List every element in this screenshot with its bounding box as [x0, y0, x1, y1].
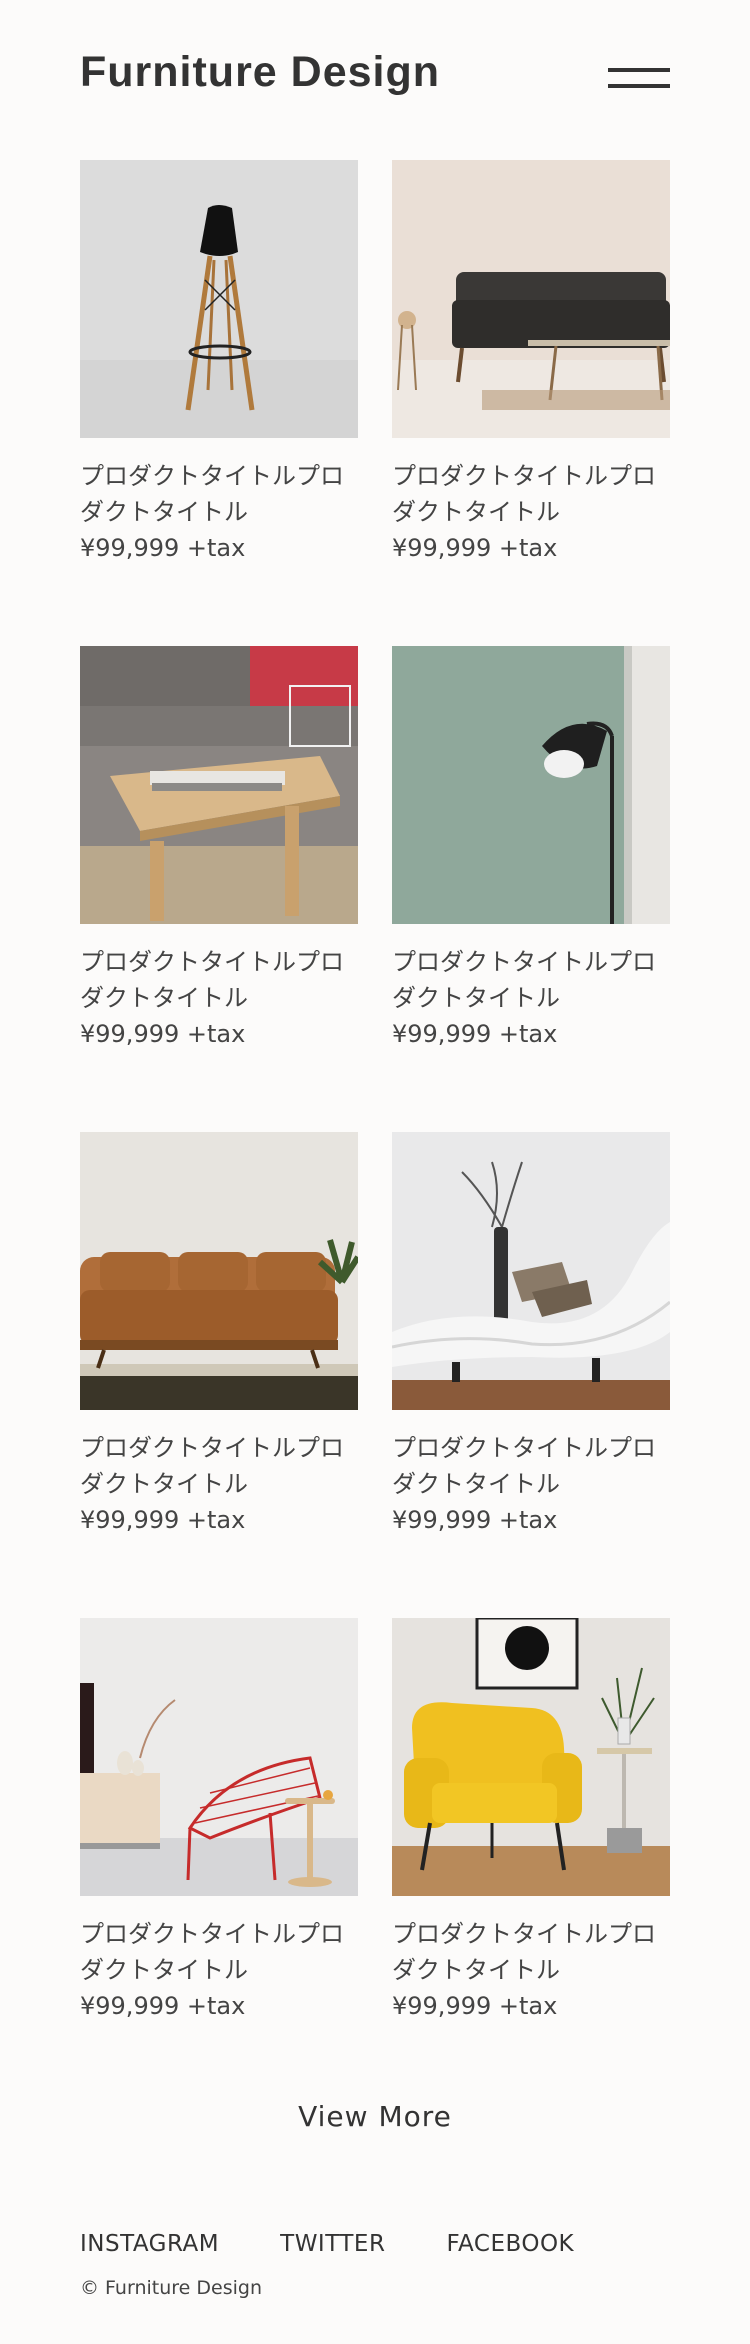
- site-header: Furniture Design: [0, 0, 750, 150]
- product-title[interactable]: プロダクトタイトルプロダクトタイトル: [80, 1430, 358, 1502]
- product-price: ¥99,999 +tax: [392, 1506, 558, 1534]
- product-title[interactable]: プロダクトタイトルプロダクトタイトル: [80, 458, 358, 530]
- product-image-leather-sofa[interactable]: [80, 1132, 358, 1410]
- product-title[interactable]: プロダクトタイトルプロダクトタイトル: [392, 1430, 670, 1502]
- product-price: ¥99,999 +tax: [392, 534, 558, 562]
- product-title[interactable]: プロダクトタイトルプロダクトタイトル: [80, 1916, 358, 1988]
- product-card[interactable]: プロダクトタイトルプロダクトタイトル ¥99,999 +tax: [80, 646, 358, 1132]
- product-price: ¥99,999 +tax: [392, 1992, 558, 2020]
- product-title[interactable]: プロダクトタイトルプロダクトタイトル: [392, 1916, 670, 1988]
- product-image-chaise[interactable]: [392, 1132, 670, 1410]
- product-card[interactable]: プロダクトタイトルプロダクトタイトル ¥99,999 +tax: [392, 646, 670, 1132]
- product-title[interactable]: プロダクトタイトルプロダクトタイトル: [80, 944, 358, 1016]
- view-more-link[interactable]: View More: [0, 2100, 750, 2133]
- copyright-text: © Furniture Design: [80, 2277, 262, 2299]
- product-image-wire-chair[interactable]: [80, 1618, 358, 1896]
- product-card[interactable]: プロダクトタイトルプロダクトタイトル ¥99,999 +tax: [80, 1618, 358, 2104]
- product-price: ¥99,999 +tax: [80, 1506, 246, 1534]
- product-price: ¥99,999 +tax: [80, 1020, 246, 1048]
- product-card[interactable]: プロダクトタイトルプロダクトタイトル ¥99,999 +tax: [80, 160, 358, 646]
- product-image-coffee-table[interactable]: [80, 646, 358, 924]
- menu-line: [608, 68, 670, 72]
- footer-social-links: INSTAGRAM TWITTER FACEBOOK: [80, 2231, 635, 2257]
- product-card[interactable]: プロダクトタイトルプロダクトタイトル ¥99,999 +tax: [392, 160, 670, 646]
- product-price: ¥99,999 +tax: [80, 534, 246, 562]
- hamburger-menu-icon[interactable]: [608, 62, 670, 94]
- menu-line: [608, 84, 670, 88]
- product-card[interactable]: プロダクトタイトルプロダクトタイトル ¥99,999 +tax: [392, 1618, 670, 2104]
- product-image-stool[interactable]: [80, 160, 358, 438]
- product-image-armchair[interactable]: [392, 1618, 670, 1896]
- product-title[interactable]: プロダクトタイトルプロダクトタイトル: [392, 944, 670, 1016]
- product-card[interactable]: プロダクトタイトルプロダクトタイトル ¥99,999 +tax: [80, 1132, 358, 1618]
- product-image-floor-lamp[interactable]: [392, 646, 670, 924]
- twitter-link[interactable]: TWITTER: [280, 2231, 385, 2257]
- product-price: ¥99,999 +tax: [392, 1020, 558, 1048]
- facebook-link[interactable]: FACEBOOK: [446, 2231, 574, 2257]
- instagram-link[interactable]: INSTAGRAM: [80, 2231, 219, 2257]
- product-title[interactable]: プロダクトタイトルプロダクトタイトル: [392, 458, 670, 530]
- product-card[interactable]: プロダクトタイトルプロダクトタイトル ¥99,999 +tax: [392, 1132, 670, 1618]
- product-price: ¥99,999 +tax: [80, 1992, 246, 2020]
- site-logo[interactable]: Furniture Design: [80, 48, 440, 97]
- product-grid: プロダクトタイトルプロダクトタイトル ¥99,999 +tax プロダクトタイト…: [80, 160, 670, 2104]
- product-image-sofa[interactable]: [392, 160, 670, 438]
